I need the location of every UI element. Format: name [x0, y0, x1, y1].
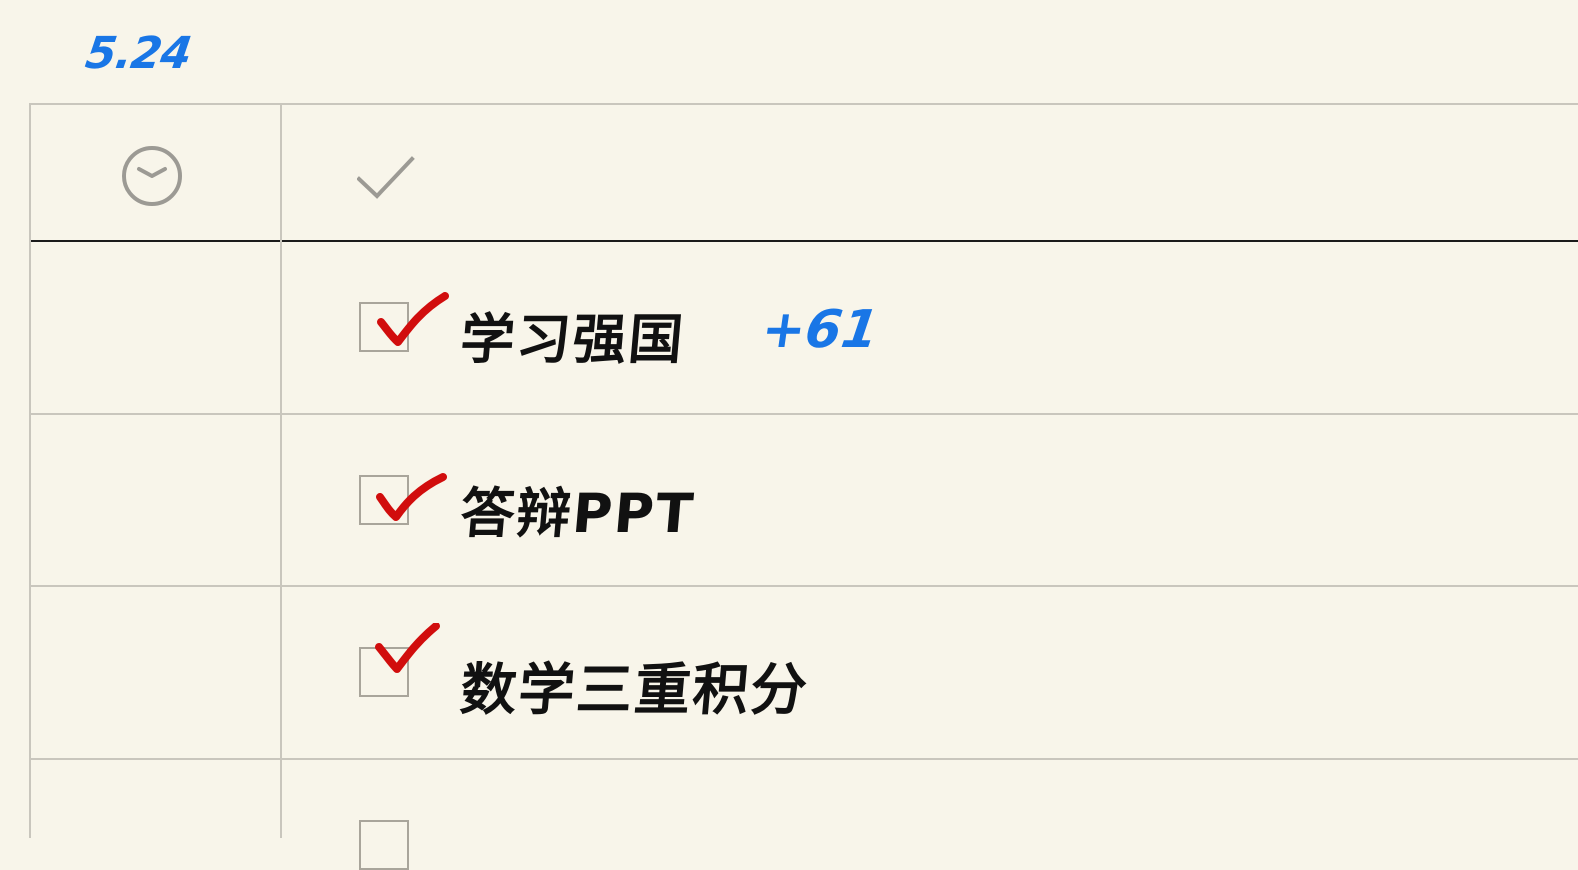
task-checkbox[interactable]	[359, 647, 409, 697]
task-label: 学习强国	[457, 308, 688, 371]
task-checkbox[interactable]	[359, 820, 409, 870]
task-label: 答辩PPT	[457, 482, 698, 545]
clock-icon	[122, 146, 182, 206]
task-label: 数学三重积分	[457, 658, 812, 723]
todo-table: 学习强国 +61 答辩PPT 数学三重积分	[29, 103, 1578, 870]
task-checkbox[interactable]	[359, 475, 409, 525]
task-note: +61	[757, 300, 883, 360]
task-row[interactable]: 答辩PPT	[29, 415, 1578, 585]
task-checkbox[interactable]	[359, 302, 409, 352]
task-row[interactable]: 数学三重积分	[29, 587, 1578, 758]
task-row[interactable]	[29, 760, 1578, 870]
notebook-page: 5.24 学习强国 +61 答辩PPT 数学三重积分	[0, 0, 1578, 870]
task-row[interactable]: 学习强国 +61	[29, 242, 1578, 413]
checkmark-icon	[357, 156, 415, 199]
table-top-border	[29, 103, 1578, 105]
page-date: 5.24	[82, 28, 195, 79]
